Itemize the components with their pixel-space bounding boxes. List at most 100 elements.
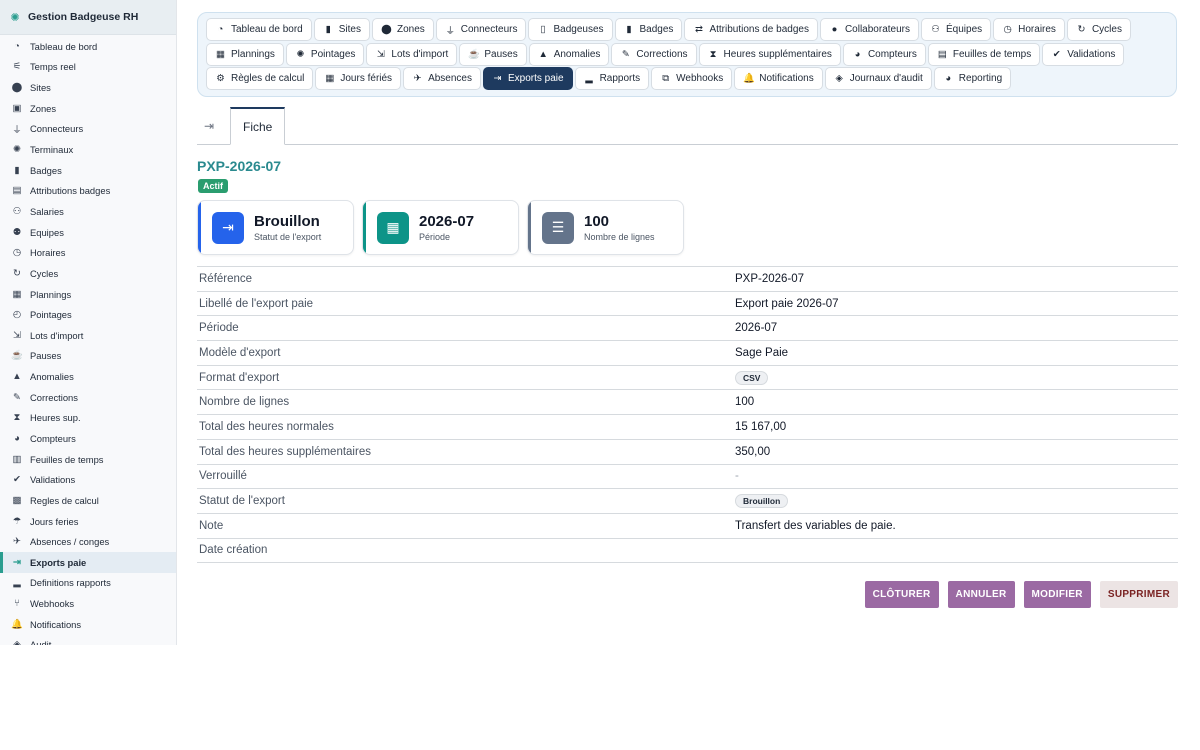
tab-lots-d-import[interactable]: ⇲ Lots d'import: [366, 42, 458, 66]
mug-icon: ☕: [468, 48, 481, 60]
sidebar-item-horaires[interactable]: ◷ Horaires: [0, 242, 176, 263]
close-button[interactable]: CLÔTURER: [864, 581, 939, 608]
sidebar-item-pauses[interactable]: ☕ Pauses: [0, 346, 176, 367]
calendar-icon: ▦: [216, 48, 225, 60]
sidebar-item-label: Webhooks: [30, 598, 75, 610]
sidebar-item-temps-reel[interactable]: ⚟ Temps reel: [0, 57, 176, 78]
sidebar-item-jours-feries[interactable]: ☂ Jours feries: [0, 511, 176, 532]
sidebar-item-connecteurs[interactable]: ⏚ Connecteurs: [0, 119, 176, 140]
sidebar-item-absences-conges[interactable]: ✈ Absences / conges: [0, 531, 176, 552]
tab-compteurs[interactable]: ◕ Compteurs: [842, 42, 926, 66]
tab-journaux-d-audit[interactable]: ◈ Journaux d'audit: [824, 67, 932, 90]
tab-collaborateurs[interactable]: ● Collaborateurs: [819, 18, 919, 41]
shield-icon: ◈: [13, 639, 21, 645]
sidebar-item-cycles[interactable]: ↻ Cycles: [0, 263, 176, 284]
detail-row: Verrouillé -: [197, 465, 1178, 490]
satellite-icon: ⚟: [12, 61, 22, 73]
sidebar-item-webhooks[interactable]: ⑂ Webhooks: [0, 593, 176, 614]
tab-pauses[interactable]: ☕ Pauses: [459, 42, 527, 66]
sidebar-item-label: Jours feries: [30, 515, 79, 527]
sidebar-item-heures-sup[interactable]: ⧗ Heures sup.: [0, 408, 176, 429]
tab-notifications[interactable]: 🔔 Notifications: [734, 67, 823, 90]
record-actions: CLÔTURER ANNULER MODIFIER SUPPRIMER: [864, 581, 1178, 608]
sidebar-item-feuilles-de-temps[interactable]: ▥ Feuilles de temps: [0, 449, 176, 470]
sidebar-item-sites[interactable]: ⬤ Sites: [0, 77, 176, 98]
sidebar-item-audit[interactable]: ◈ Audit: [0, 635, 176, 645]
sidebar-item-validations[interactable]: ✔ Validations: [0, 469, 176, 490]
detail-row: Format d'export CSV: [197, 366, 1178, 391]
tab-absences[interactable]: ✈ Absences: [403, 67, 481, 90]
detail-row: Total des heures supplémentaires 350,00: [197, 440, 1178, 465]
tab-label: Zones: [396, 24, 425, 35]
tab-validations[interactable]: ✔ Validations: [1042, 42, 1125, 66]
detail-row: Total des heures normales 15 167,00: [197, 415, 1178, 440]
sidebar-item-badges[interactable]: ▮ Badges: [0, 160, 176, 181]
code-branch-icon: ⑂: [14, 598, 20, 610]
detail-row: Nombre de lignes 100: [197, 390, 1178, 416]
tab-rapports[interactable]: ▂ Rapports: [574, 67, 650, 90]
tab-anomalies[interactable]: ▲ Anomalies: [528, 42, 610, 66]
tab-heures-supplementaires[interactable]: ⧗ Heures supplémentaires: [698, 42, 841, 66]
bell-icon: 🔔: [743, 73, 756, 84]
tab-badgeuses[interactable]: ▯ Badgeuses: [528, 18, 613, 41]
sidebar-item-zones[interactable]: ▣ Zones: [0, 98, 176, 119]
detail-label: Note: [199, 519, 224, 532]
sidebar-item-regles-de-calcul[interactable]: ▩ Regles de calcul: [0, 490, 176, 511]
stopwatch-icon: ◴: [12, 309, 22, 321]
tab-tableau-de-bord[interactable]: ◔ Tableau de bord: [206, 18, 312, 41]
tab-reporting[interactable]: ◕ Reporting: [933, 67, 1012, 90]
sidebar-item-exports-paie[interactable]: ⇥ Exports paie: [0, 552, 176, 573]
tab-feuilles-de-temps[interactable]: ▤ Feuilles de temps: [927, 42, 1041, 66]
tab-regles-de-calcul[interactable]: ⚙ Règles de calcul: [206, 67, 314, 90]
file-export-icon: ⇥: [212, 211, 244, 244]
app-brand[interactable]: ✺ Gestion Badgeuse RH: [0, 0, 176, 35]
delete-button[interactable]: SUPPRIMER: [1099, 581, 1178, 608]
edit-button[interactable]: MODIFIER: [1023, 581, 1091, 608]
tab-fiche[interactable]: Fiche: [230, 107, 286, 145]
sidebar-item-terminaux[interactable]: ✺ Terminaux: [0, 139, 176, 160]
sidebar-item-tableau-de-bord[interactable]: ◔ Tableau de bord: [0, 36, 176, 57]
tab-equipes[interactable]: ⚇ Équipes: [921, 18, 992, 41]
tab-webhooks[interactable]: ⧉ Webhooks: [651, 67, 733, 90]
tab-cycles[interactable]: ↻ Cycles: [1066, 18, 1131, 41]
warning-icon: ▲: [12, 371, 22, 383]
tab-label: Validations: [1067, 48, 1116, 60]
cancel-button[interactable]: ANNULER: [947, 581, 1015, 608]
warning-icon: ▲: [538, 48, 548, 60]
tab-jours-feries[interactable]: ▦ Jours fériés: [315, 67, 402, 90]
sidebar-item-compteurs[interactable]: ◕ Compteurs: [0, 428, 176, 449]
file-calendar-icon: ▥: [12, 453, 22, 465]
sidebar-item-attributions-badges[interactable]: ▤ Attributions badges: [0, 180, 176, 201]
tab-label: Cycles: [1091, 24, 1122, 35]
tab-exports-paie[interactable]: ⇥ Exports paie: [482, 67, 573, 90]
sidebar-item-lots-d-import[interactable]: ⇲ Lots d'import: [0, 325, 176, 346]
tab-pointages[interactable]: ✺ Pointages: [285, 42, 365, 66]
tab-label: Collaborateurs: [844, 24, 910, 35]
sidebar: ✺ Gestion Badgeuse RH ◔ Tableau de bord ⚟ T…: [0, 0, 177, 645]
tab-label: Équipes: [946, 24, 983, 35]
tab-corrections[interactable]: ✎ Corrections: [611, 42, 697, 66]
sidebar-item-salaries[interactable]: ⚇ Salaries: [0, 201, 176, 222]
sidebar-item-definitions-rapports[interactable]: ▂ Definitions rapports: [0, 573, 176, 594]
tab-zones[interactable]: ⬤ Zones: [371, 18, 434, 41]
detail-label: Libellé de l'export paie: [199, 297, 314, 310]
tab-label: Tableau de bord: [231, 24, 303, 35]
check-double-icon: ✔: [1052, 48, 1061, 60]
tab-badges[interactable]: ▮ Badges: [614, 18, 683, 41]
tab-attributions-de-badges[interactable]: ⇄ Attributions de badges: [684, 18, 818, 41]
tab-label: Pointages: [310, 48, 356, 60]
sidebar-item-equipes[interactable]: ⚉ Equipes: [0, 222, 176, 243]
sidebar-item-plannings[interactable]: ▦ Plannings: [0, 284, 176, 305]
shield-icon: ◈: [835, 73, 843, 84]
tab-connecteurs[interactable]: ⏚ Connecteurs: [435, 18, 527, 41]
tab-sites[interactable]: ▮ Sites: [313, 18, 370, 41]
sidebar-item-anomalies[interactable]: ▲ Anomalies: [0, 366, 176, 387]
sidebar-item-corrections[interactable]: ✎ Corrections: [0, 387, 176, 408]
sidebar-item-label: Definitions rapports: [30, 577, 111, 589]
sidebar-item-notifications[interactable]: 🔔 Notifications: [0, 614, 176, 635]
sidebar-item-pointages[interactable]: ◴ Pointages: [0, 304, 176, 325]
tab-horaires[interactable]: ◷ Horaires: [993, 18, 1065, 41]
file-export-icon: ⇥: [493, 73, 502, 84]
sidebar-item-label: Connecteurs: [30, 123, 84, 135]
tab-plannings[interactable]: ▦ Plannings: [206, 42, 284, 66]
